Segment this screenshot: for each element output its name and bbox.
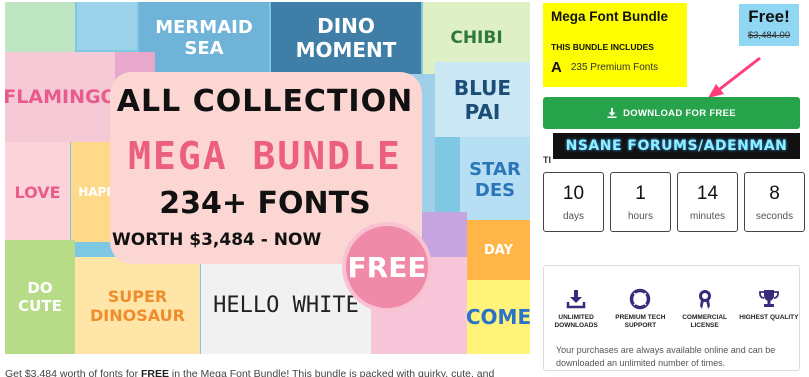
countdown-days: 10 days: [543, 172, 604, 232]
feature-label: COMMERCIAL LICENSE: [682, 314, 728, 329]
features-note: Your purchases are always available onli…: [556, 345, 776, 368]
bundle-include-text: 235 Premium Fonts: [570, 62, 659, 73]
font-letter-icon: A: [551, 59, 562, 76]
feature-label: PREMIUM TECH SUPPORT: [615, 314, 666, 329]
pointer-arrow-icon: [708, 56, 761, 98]
promo-headline-top: ALL COLLECTION: [116, 84, 414, 119]
bundle-promo-image: MERMAID SEA DINO MOMENT CHIBI FLAMINGO L…: [5, 2, 530, 354]
font-tile-docute: DO CUTE: [5, 240, 75, 354]
price-original: $3,484.00: [747, 30, 791, 41]
download-tray-icon: [566, 290, 586, 309]
font-tile-star: STAR DES: [460, 137, 530, 222]
countdown-unit: seconds: [755, 210, 794, 222]
feature-label: HIGHEST QUALITY: [739, 314, 799, 321]
promo-worth-line: WORTH $3,484 - NOW: [112, 230, 322, 250]
feature-unlimited-downloads: UNLIMITED DOWNLOADS: [546, 288, 606, 330]
countdown-minutes: 14 minutes: [677, 172, 738, 232]
description-bold: FREE: [141, 368, 170, 377]
font-tile-dino: DINO MOMENT: [271, 2, 421, 74]
promo-font-count: 234+ FONTS: [159, 186, 371, 221]
features-row: UNLIMITED DOWNLOADS PREMIUM TECH SUPPORT…: [544, 288, 801, 330]
bundle-features-box: UNLIMITED DOWNLOADS PREMIUM TECH SUPPORT…: [543, 265, 800, 371]
countdown-timer: 10 days 1 hours 14 minutes 8 seconds: [543, 172, 805, 232]
bundle-title: Mega Font Bundle: [551, 9, 668, 24]
watermark-banner: NSANE FORUMS/ADENMAN: [553, 133, 800, 159]
price-box: Free! $3,484.00: [739, 4, 799, 46]
download-icon: [607, 108, 617, 118]
lifebuoy-icon: [630, 288, 651, 310]
trophy-icon: [758, 290, 779, 307]
promo-free-badge: FREE: [342, 222, 432, 312]
font-tile-love: LOVE: [5, 142, 70, 242]
award-ribbon-icon: [698, 290, 711, 309]
description-text: in the Mega Font Bundle! This bundle is …: [169, 368, 495, 377]
price-free-label: Free!: [748, 7, 790, 26]
feature-commercial-license: COMMERCIAL LICENSE: [675, 288, 735, 330]
countdown-hours: 1 hours: [610, 172, 671, 232]
bundle-description: Get $3,484 worth of fonts for FREE in th…: [5, 368, 530, 377]
download-button-label: DOWNLOAD FOR FREE: [623, 107, 736, 119]
watermark-text: NSANE FORUMS/ADENMAN: [565, 138, 788, 154]
font-tile-day: DAY: [467, 220, 530, 280]
feature-label: UNLIMITED DOWNLOADS: [554, 314, 598, 329]
font-tile-blue: BLUE PAI: [435, 62, 530, 137]
countdown-label-stub: TI: [543, 155, 551, 165]
font-tile-flamingo: FLAMINGO: [5, 52, 115, 142]
feature-highest-quality: HIGHEST QUALITY: [739, 288, 799, 330]
font-tile: [77, 2, 137, 50]
countdown-value: 8: [769, 182, 780, 204]
countdown-value: 1: [635, 182, 646, 204]
countdown-value: 10: [562, 182, 585, 204]
bundle-title-box: Mega Font Bundle THIS BUNDLE INCLUDES A …: [543, 3, 687, 87]
font-tile-dinosaur: SUPER DINOSAUR: [75, 257, 200, 354]
countdown-unit: days: [562, 210, 585, 222]
countdown-seconds: 8 seconds: [744, 172, 805, 232]
promo-headline-main: MEGA BUNDLE: [128, 134, 402, 178]
countdown-unit: hours: [627, 210, 653, 222]
countdown-value: 14: [696, 182, 719, 204]
feature-premium-support: PREMIUM TECH SUPPORT: [610, 288, 670, 330]
description-text: Get $3,484 worth of fonts for: [5, 368, 141, 377]
download-for-free-button[interactable]: DOWNLOAD FOR FREE: [543, 97, 800, 129]
font-tile-mermaid: MERMAID SEA: [139, 2, 269, 74]
countdown-unit: minutes: [689, 210, 725, 222]
font-tile-come: COME: [467, 280, 530, 354]
bundle-includes-label: THIS BUNDLE INCLUDES: [551, 42, 654, 52]
bundle-include-item: A 235 Premium Fonts: [551, 59, 679, 76]
